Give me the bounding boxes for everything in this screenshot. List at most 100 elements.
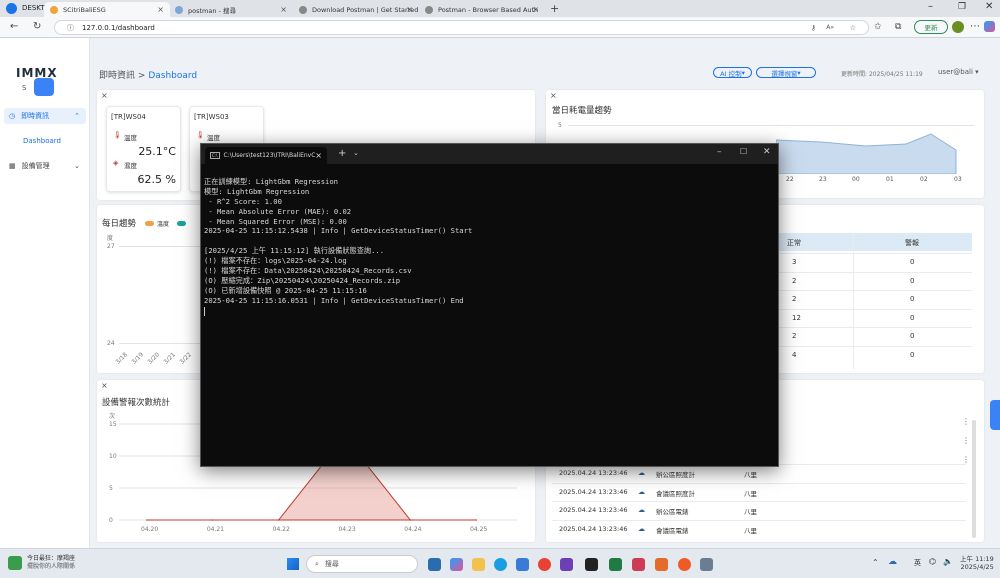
close-icon[interactable]: × (550, 91, 557, 100)
x-tick: 04.20 (141, 526, 158, 533)
cloud-icon[interactable]: ☁ (888, 557, 897, 567)
minimize-icon[interactable]: – (717, 147, 722, 157)
event-time: 2025.04.24 13:23:46 (559, 487, 628, 496)
close-icon[interactable]: × (406, 5, 413, 14)
chrome-icon[interactable] (538, 558, 551, 571)
tray-chevron-icon[interactable]: ⌃ (872, 558, 879, 567)
sensor-card[interactable]: [TR]WS04 🌡 溫度 25.1°C ◈ 濕度 62.5 % (106, 106, 181, 192)
folder-icon[interactable] (472, 558, 485, 571)
terminal-icon[interactable] (585, 558, 598, 571)
app-icon[interactable] (655, 558, 668, 571)
legend-swatch-temp[interactable] (145, 221, 154, 226)
widgets-icon[interactable] (428, 558, 441, 571)
temp-label: 溫度 (207, 134, 220, 142)
chat-float-icon[interactable] (34, 78, 54, 96)
edge-icon[interactable] (494, 558, 507, 571)
user-menu[interactable]: user@bali ▾ (938, 68, 979, 76)
x-tick: 03 (954, 176, 962, 183)
language-indicator[interactable]: 英 (914, 558, 921, 568)
vs-icon[interactable] (560, 558, 573, 571)
store-icon[interactable] (516, 558, 529, 571)
active-tab[interactable]: SCitriBaliESG × (44, 2, 170, 17)
console-output: 正在訓練模型: LightGbm Regression 模型: LightGbm … (204, 177, 472, 306)
sidebar-item-dashboard[interactable]: Dashboard (23, 137, 61, 145)
excel-icon[interactable] (609, 558, 622, 571)
ai-control-button[interactable]: AI 控制 ▾ (713, 67, 752, 78)
copilot-icon[interactable] (450, 558, 463, 571)
back-icon[interactable]: ← (10, 21, 18, 33)
close-icon[interactable]: × (101, 91, 108, 100)
more-icon[interactable]: ⋯ (970, 21, 980, 33)
side-drawer-handle[interactable] (990, 400, 1000, 430)
more-vert-icon[interactable]: ⋮ (962, 455, 970, 464)
restore-icon[interactable]: ❐ (958, 2, 966, 12)
app-icon[interactable] (700, 558, 713, 571)
close-icon[interactable]: × (157, 5, 164, 14)
thermometer-icon: 🌡 (113, 131, 122, 139)
tab-postman-search[interactable]: postman - 搜尋 × (170, 2, 292, 17)
dropdown-icon[interactable]: ⌄ (353, 149, 359, 157)
start-icon[interactable] (287, 558, 299, 570)
breadcrumb-parent[interactable]: 即時資訊 (99, 71, 135, 81)
new-tab-icon[interactable]: + (338, 148, 346, 159)
event-row[interactable]: 2025.04.24 13:23:46 ☁ 會議區照度計 八里 (552, 482, 966, 501)
search-box[interactable]: ⌕ 搜尋 (306, 555, 418, 573)
new-tab-button[interactable]: + (550, 2, 559, 15)
chart-title: 每日趨勢 (102, 219, 137, 229)
scrollbar[interactable] (972, 420, 976, 538)
tab-postman-auth[interactable]: Postman - Browser Based Auth × (420, 2, 544, 17)
event-row[interactable]: 2025.04.24 13:23:46 ☁ 辦公區電錶 八里 (552, 501, 966, 519)
select-view-button[interactable]: 選擇視窗 ▾ (756, 67, 816, 78)
console-line: - Mean Squared Error (MSE): 0.00 (204, 216, 347, 226)
network-icon[interactable]: ⌬ (929, 557, 936, 566)
profile-avatar[interactable] (6, 3, 17, 14)
postman-icon[interactable] (678, 558, 691, 571)
y-tick: 5 (109, 485, 113, 492)
reload-icon[interactable]: ↻ (33, 21, 41, 33)
weather-widget[interactable]: 今日最狂：摩羯座 擺脫你的人際關係 (8, 555, 75, 571)
breadcrumb: 即時資訊 > Dashboard (99, 68, 197, 81)
maximize-icon[interactable]: ☐ (740, 147, 747, 156)
console-line: (O) 已新增設備快照 @ 2025-04-25 11:15:16 (204, 285, 367, 295)
sidebar-item-realtime[interactable]: ◷ 即時資訊 ⌃ (4, 108, 86, 124)
close-icon[interactable]: × (315, 151, 322, 160)
sidebar-item-devices[interactable]: ▦ 設備管理 ⌄ (4, 158, 86, 174)
collections-icon[interactable]: ⧉ (895, 21, 901, 33)
url-field[interactable]: ⓘ 127.0.0.1/dashboard ⚷ A» ☆ (54, 20, 869, 35)
info-icon: ⓘ (67, 23, 74, 32)
legend-swatch-hum[interactable] (177, 221, 186, 226)
close-icon[interactable]: × (101, 381, 108, 390)
copilot-icon[interactable] (984, 21, 995, 32)
more-vert-icon[interactable]: ⋮ (962, 436, 970, 445)
clock[interactable]: 上午 11:19 2025/4/25 (960, 555, 994, 571)
app-icon[interactable] (632, 558, 645, 571)
event-row[interactable]: 2025.04.24 13:23:46 ☁ 會議區電錶 八里 (552, 519, 966, 538)
update-button[interactable]: 更新 (914, 20, 948, 34)
close-window-icon[interactable]: ✕ (763, 147, 771, 157)
event-device: 會議區電錶 (656, 526, 689, 535)
minimize-icon[interactable]: – (928, 1, 933, 12)
close-icon[interactable]: × (280, 5, 287, 14)
temp-label: 溫度 (124, 134, 137, 142)
favorites-icon[interactable]: ✩ (874, 21, 882, 33)
tab-download-postman[interactable]: Download Postman | Get Started × (294, 2, 418, 17)
close-icon[interactable]: × (532, 5, 539, 14)
humidity-icon: ◈ (113, 159, 119, 167)
console-tab[interactable]: C:\ C:\Users\test123\ITRI\BaliEnvC × (205, 147, 327, 164)
close-window-icon[interactable]: ✕ (985, 1, 993, 12)
clock-icon: ◷ (9, 112, 16, 120)
read-aloud-icon[interactable]: A» (826, 24, 834, 31)
cloud-icon: ☁ (638, 524, 645, 533)
volume-icon[interactable]: 🔈 (943, 557, 953, 566)
tab-label: Download Postman | Get Started (312, 5, 418, 14)
console-line: 模型: LightGbm Regression (204, 186, 310, 196)
normal-count: 4 (792, 350, 797, 359)
user-avatar[interactable] (952, 21, 964, 33)
y-tick: 10 (109, 453, 117, 460)
favorite-star-icon[interactable]: ☆ (850, 24, 856, 32)
data-point (146, 519, 148, 521)
x-tick: 04.25 (470, 526, 487, 533)
console-line: (!) 檔案不存在：logs\2025-04-24.log (204, 256, 347, 266)
key-icon[interactable]: ⚷ (811, 24, 816, 32)
more-vert-icon[interactable]: ⋮ (962, 417, 970, 426)
